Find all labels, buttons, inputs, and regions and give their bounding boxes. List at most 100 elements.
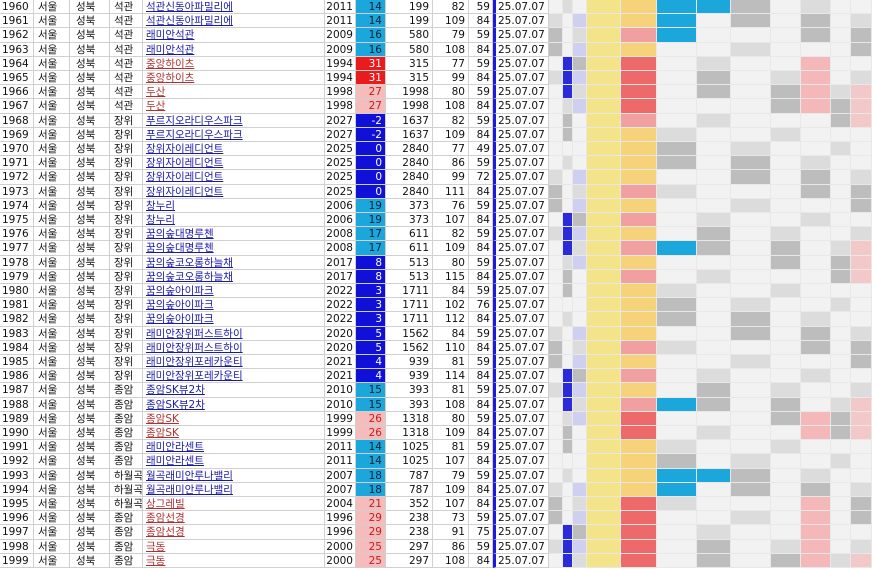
built-year-cell[interactable]: 2008	[325, 227, 356, 242]
exclusive-area-cell[interactable]: 59	[469, 468, 493, 483]
table-row[interactable]: 1981 서울 성북 장위 꿈의숲아이파크 2022 3 1711 102 76 25.07.07	[0, 298, 872, 313]
households-cell[interactable]: 2840	[386, 156, 433, 171]
households-cell[interactable]: 1711	[386, 284, 433, 299]
district-cell[interactable]: 성북	[70, 326, 110, 341]
city-cell[interactable]: 서울	[34, 497, 70, 512]
neighborhood-cell[interactable]: 종암	[110, 397, 143, 412]
age-badge-cell[interactable]: 29	[356, 525, 386, 540]
neighborhood-cell[interactable]: 장위	[110, 227, 143, 242]
built-year-cell[interactable]: 2008	[325, 241, 356, 256]
age-badge-cell[interactable]: 26	[356, 426, 386, 441]
complex-name-cell[interactable]: 석관신동아파밀리에	[143, 14, 325, 29]
neighborhood-cell[interactable]: 하월곡	[110, 482, 143, 497]
exclusive-area-cell[interactable]: 84	[469, 42, 493, 57]
complex-name-link[interactable]: 푸르지오라디우스파크	[146, 129, 243, 141]
table-row[interactable]: 1963 서울 성북 석관 래미안석관 2009 16 580 108 84 25.07.07	[0, 42, 872, 57]
city-cell[interactable]: 서울	[34, 0, 70, 15]
age-badge-cell[interactable]: 5	[356, 326, 386, 341]
exclusive-area-cell[interactable]: 59	[469, 56, 493, 71]
city-cell[interactable]: 서울	[34, 553, 70, 568]
supply-area-cell[interactable]: 111	[433, 184, 469, 199]
built-year-cell[interactable]: 2017	[325, 269, 356, 284]
district-cell[interactable]: 성북	[70, 255, 110, 270]
complex-name-link[interactable]: 장위자이레디언트	[146, 186, 223, 198]
row-index-cell[interactable]: 1993	[0, 468, 34, 483]
built-year-cell[interactable]: 2021	[325, 355, 356, 370]
households-cell[interactable]: 580	[386, 42, 433, 57]
complex-name-cell[interactable]: 래미안장위포레카운티	[143, 369, 325, 384]
households-cell[interactable]: 787	[386, 482, 433, 497]
city-cell[interactable]: 서울	[34, 255, 70, 270]
district-cell[interactable]: 성북	[70, 71, 110, 86]
exclusive-area-cell[interactable]: 49	[469, 142, 493, 157]
built-year-cell[interactable]: 2004	[325, 497, 356, 512]
supply-area-cell[interactable]: 73	[433, 511, 469, 526]
date-cell[interactable]: 25.07.07	[493, 411, 549, 426]
row-index-cell[interactable]: 1979	[0, 269, 34, 284]
city-cell[interactable]: 서울	[34, 539, 70, 554]
row-index-cell[interactable]: 1995	[0, 497, 34, 512]
table-row[interactable]: 1961 서울 성북 석관 석관신동아파밀리에 2011 14 199 109 84 25.07.0…	[0, 14, 872, 29]
row-index-cell[interactable]: 1989	[0, 411, 34, 426]
table-row[interactable]: 1976 서울 성북 장위 꿈의숲대명루첸 2008 17 611 82 59 25.07.07	[0, 227, 872, 242]
age-badge-cell[interactable]: 27	[356, 85, 386, 100]
date-cell[interactable]: 25.07.07	[493, 113, 549, 128]
supply-area-cell[interactable]: 91	[433, 525, 469, 540]
table-row[interactable]: 1994 서울 성북 하월곡 월곡래미안루나밸리 2007 18 787 109 84 25.07.…	[0, 482, 872, 497]
city-cell[interactable]: 서울	[34, 198, 70, 213]
households-cell[interactable]: 297	[386, 553, 433, 568]
district-cell[interactable]: 성북	[70, 482, 110, 497]
exclusive-area-cell[interactable]: 84	[469, 426, 493, 441]
date-cell[interactable]: 25.07.07	[493, 14, 549, 29]
complex-name-cell[interactable]: 푸르지오라디우스파크	[143, 127, 325, 142]
exclusive-area-cell[interactable]: 84	[469, 497, 493, 512]
age-badge-cell[interactable]: 14	[356, 14, 386, 29]
city-cell[interactable]: 서울	[34, 369, 70, 384]
city-cell[interactable]: 서울	[34, 482, 70, 497]
supply-area-cell[interactable]: 108	[433, 397, 469, 412]
city-cell[interactable]: 서울	[34, 213, 70, 228]
age-badge-cell[interactable]: 0	[356, 170, 386, 185]
row-index-cell[interactable]: 1977	[0, 241, 34, 256]
households-cell[interactable]: 2840	[386, 170, 433, 185]
neighborhood-cell[interactable]: 종암	[110, 383, 143, 398]
table-row[interactable]: 1997 서울 성북 종암 종암선경 1996 29 238 91 75 25.07.07	[0, 525, 872, 540]
complex-name-link[interactable]: 중앙하이츠	[146, 58, 194, 70]
city-cell[interactable]: 서울	[34, 454, 70, 469]
neighborhood-cell[interactable]: 장위	[110, 312, 143, 327]
district-cell[interactable]: 성북	[70, 454, 110, 469]
city-cell[interactable]: 서울	[34, 99, 70, 114]
city-cell[interactable]: 서울	[34, 14, 70, 29]
supply-area-cell[interactable]: 108	[433, 42, 469, 57]
complex-name-cell[interactable]: 꿈의숲아이파크	[143, 298, 325, 313]
households-cell[interactable]: 393	[386, 397, 433, 412]
complex-name-cell[interactable]: 창누리	[143, 198, 325, 213]
complex-name-cell[interactable]: 종암SK뷰2차	[143, 383, 325, 398]
neighborhood-cell[interactable]: 장위	[110, 241, 143, 256]
district-cell[interactable]: 성북	[70, 539, 110, 554]
households-cell[interactable]: 1998	[386, 99, 433, 114]
households-cell[interactable]: 787	[386, 468, 433, 483]
complex-name-link[interactable]: 래미안장위포레카운티	[146, 370, 243, 382]
row-index-cell[interactable]: 1963	[0, 42, 34, 57]
age-badge-cell[interactable]: 15	[356, 397, 386, 412]
complex-name-link[interactable]: 종암SK뷰2차	[146, 399, 205, 411]
complex-name-link[interactable]: 장위자이레디언트	[146, 143, 223, 155]
neighborhood-cell[interactable]: 석관	[110, 99, 143, 114]
complex-name-link[interactable]: 종암선경	[146, 512, 185, 524]
supply-area-cell[interactable]: 115	[433, 269, 469, 284]
row-index-cell[interactable]: 1994	[0, 482, 34, 497]
district-cell[interactable]: 성북	[70, 355, 110, 370]
date-cell[interactable]: 25.07.07	[493, 539, 549, 554]
neighborhood-cell[interactable]: 장위	[110, 184, 143, 199]
complex-name-cell[interactable]: 종암선경	[143, 525, 325, 540]
complex-name-link[interactable]: 종암SK	[146, 413, 179, 425]
built-year-cell[interactable]: 2007	[325, 468, 356, 483]
neighborhood-cell[interactable]: 장위	[110, 284, 143, 299]
neighborhood-cell[interactable]: 장위	[110, 326, 143, 341]
date-cell[interactable]: 25.07.07	[493, 440, 549, 455]
age-badge-cell[interactable]: 8	[356, 269, 386, 284]
exclusive-area-cell[interactable]: 59	[469, 440, 493, 455]
date-cell[interactable]: 25.07.07	[493, 284, 549, 299]
row-index-cell[interactable]: 1970	[0, 142, 34, 157]
